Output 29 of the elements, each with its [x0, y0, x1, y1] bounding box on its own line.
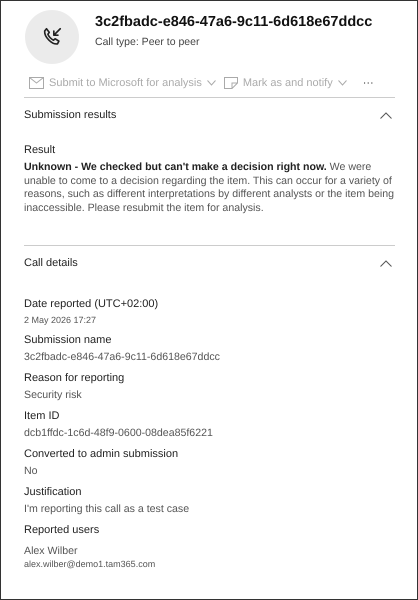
user-email: alex.wilber@demo1.tam365.com: [24, 559, 156, 569]
field-value: 2 May 2026 17:27: [24, 315, 98, 325]
field-label: Reported users: [24, 524, 100, 536]
chevron-down-icon: [338, 80, 347, 86]
more-button[interactable]: ···: [362, 75, 374, 91]
field-label: Submission name: [24, 334, 112, 346]
section-title: Call details: [24, 257, 78, 269]
field-value: Security risk: [24, 389, 83, 401]
chevron-down-icon: [206, 80, 216, 86]
field-value: dcb1ffdc-1c6d-48f9-0600-08dea85f6221: [24, 427, 214, 439]
result-text: Unknown - We checked but can't make a decision right now. We were unable to come to a decision regarding the item. This can occur for a variety of reasons, such as different interpretations by different analysts or the item being inaccessible. Please resubmit the item for analysis.: [24, 161, 395, 215]
field-value: No: [24, 465, 39, 477]
user-name: Alex Wilber: [24, 545, 79, 557]
field-value: 3c2fbadc-e846-47a6-9c11-6d618e67ddcc: [24, 351, 221, 363]
chevron-up-icon[interactable]: [380, 112, 392, 118]
field-value: I'm reporting this call as a test case: [24, 503, 190, 515]
mail-icon: [29, 77, 44, 89]
call-type: Call type: Peer to peer: [95, 36, 200, 48]
section-title: Submission results: [24, 109, 116, 121]
field-label: Reason for reporting: [24, 372, 126, 384]
field-label: Justification: [24, 486, 82, 498]
chevron-up-icon[interactable]: [380, 260, 392, 266]
field-label: Converted to admin submission: [24, 448, 180, 460]
field-label: Item ID: [24, 410, 60, 422]
field-label: Result: [24, 144, 56, 156]
field-label: Date reported (UTC+02:00): [24, 298, 160, 310]
call-title: 3c2fbadc-e846-47a6-9c11-6d618e67ddcc: [95, 14, 372, 30]
phone-incoming-icon: [41, 26, 63, 48]
note-icon: [224, 77, 238, 89]
